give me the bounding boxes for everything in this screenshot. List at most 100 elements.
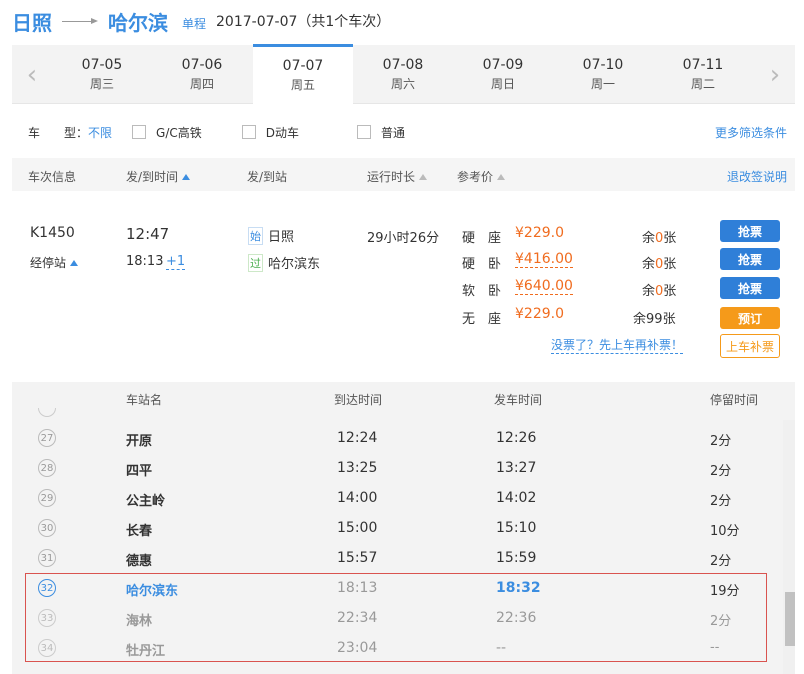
left-pre: 余	[642, 257, 656, 272]
onboard-ticket-button[interactable]: 上车补票	[720, 334, 780, 358]
stop-stay: 10分	[710, 524, 740, 539]
date-label: 07-07	[282, 58, 324, 74]
to-station: 哈尔滨东	[268, 257, 321, 272]
stop-depart: 13:27	[496, 460, 537, 476]
arr-day-offset[interactable]: +1	[166, 254, 186, 270]
stop-arrive: 14:00	[337, 490, 378, 506]
seat-type: 硬 卧	[462, 257, 502, 272]
seat-price[interactable]: ¥416.00	[515, 251, 573, 268]
d-label[interactable]: D动车	[266, 124, 299, 141]
left-suf: 张	[663, 231, 677, 246]
sort-asc-icon	[182, 174, 191, 180]
left-suf: 张	[662, 312, 676, 327]
stop-arrive: 12:24	[337, 430, 378, 446]
left-pre: 余	[633, 312, 647, 327]
stops-toggle[interactable]: 经停站	[30, 254, 79, 271]
stop-depart: 15:59	[496, 550, 537, 566]
stop-depart: 15:10	[496, 520, 537, 536]
grab-ticket-button[interactable]: 抢票	[720, 220, 780, 242]
seat-price[interactable]: ¥640.00	[515, 278, 573, 295]
stop-row: 28 四平 13:25 13:27 2分	[12, 453, 782, 483]
seat-left: 余0张	[642, 227, 676, 246]
weekday-label: 周六	[390, 77, 415, 91]
date-tab-selected[interactable]: 07-07 周五	[253, 44, 353, 104]
date-selector: ‹ 07-05 周三 07-06 周四 07-07 周五 07-08 周六 07-09 周…	[12, 44, 795, 104]
stops-header: 车站名 到达时间 发车时间 停留时间	[12, 382, 795, 414]
scroll-thumb[interactable]	[785, 592, 795, 646]
normal-checkbox[interactable]	[357, 125, 372, 139]
gc-label[interactable]: G/C高铁	[156, 124, 202, 141]
stop-stay: 2分	[710, 434, 732, 449]
grab-ticket-button[interactable]: 抢票	[720, 248, 780, 270]
grab-ticket-button[interactable]: 抢票	[720, 277, 780, 299]
highlight-box	[25, 573, 767, 662]
dep-time: 12:47	[126, 225, 170, 243]
stop-arrive: 15:00	[337, 520, 378, 536]
date-tab[interactable]: 07-08 周六	[353, 45, 453, 104]
col-depart: 发车时间	[494, 393, 543, 407]
col-time-label: 发/到时间	[126, 170, 179, 184]
col-station: 发/到站	[247, 170, 288, 184]
route-header: 日照 哈尔滨 单程 2017-07-07（共1个车次）	[12, 6, 390, 36]
stop-name: 四平	[126, 464, 153, 479]
date-tab[interactable]: 07-06 周四	[152, 45, 252, 104]
stop-number: 31	[38, 549, 56, 567]
next-date-icon[interactable]: ›	[755, 45, 795, 104]
d-checkbox[interactable]	[241, 125, 256, 139]
route-arrow-icon	[62, 18, 98, 24]
seat-price: ¥229.0	[515, 225, 564, 241]
book-button[interactable]: 预订	[720, 307, 780, 329]
left-pre: 余	[642, 231, 656, 246]
from-station: 日照	[268, 230, 295, 245]
col-duration-sort[interactable]: 运行时长	[367, 168, 428, 185]
stop-stay: 2分	[710, 494, 732, 509]
date-label: 07-10	[582, 57, 624, 73]
more-filters-link[interactable]: 更多筛选条件	[715, 124, 787, 141]
stop-depart: 12:26	[496, 430, 537, 446]
stop-row: 27 开原 12:24 12:26 2分	[12, 423, 782, 453]
trip-type: 单程	[182, 16, 207, 31]
stop-stay: 2分	[710, 554, 732, 569]
gc-checkbox[interactable]	[132, 125, 147, 139]
seat-left: 余99张	[633, 308, 676, 327]
sort-icon	[497, 174, 506, 180]
left-suf: 张	[663, 284, 677, 299]
stop-row: 30 长春 15:00 15:10 10分	[12, 513, 782, 543]
stop-name: 德惠	[126, 554, 153, 569]
arr-time: 18:13	[126, 254, 164, 269]
left-suf: 张	[663, 257, 677, 272]
date-label: 07-09	[482, 57, 524, 73]
stop-number: 30	[38, 519, 56, 537]
stops-label: 经停站	[30, 256, 67, 270]
date-tab[interactable]: 07-09 周日	[453, 45, 553, 104]
seat-left: 余0张	[642, 253, 676, 272]
col-time-sort[interactable]: 发/到时间	[126, 168, 191, 185]
col-price-sort[interactable]: 参考价	[457, 168, 506, 185]
prev-date-icon[interactable]: ‹	[12, 45, 52, 104]
seat-left: 余0张	[642, 280, 676, 299]
date-label: 07-11	[682, 57, 724, 73]
date-label: 07-08	[382, 57, 424, 73]
weekday-label: 周四	[189, 77, 214, 91]
weekday-label: 周五	[290, 78, 315, 92]
stops-scrollbar[interactable]	[783, 420, 795, 674]
stop-name: 长春	[126, 524, 153, 539]
col-train-info: 车次信息	[28, 170, 77, 184]
no-ticket-link[interactable]: 没票了？先上车再补票！	[551, 336, 684, 354]
sort-icon	[419, 174, 428, 180]
stop-number: 28	[38, 459, 56, 477]
weekday-label: 周三	[89, 77, 114, 91]
pass-tag: 过	[248, 254, 263, 272]
date-label: 07-05	[81, 57, 123, 73]
date-tab[interactable]: 07-05 周三	[52, 45, 152, 104]
stop-depart: 14:02	[496, 490, 537, 506]
date-tab[interactable]: 07-11 周二	[653, 45, 753, 104]
date-tab[interactable]: 07-10 周一	[553, 45, 653, 104]
refund-link[interactable]: 退改签说明	[727, 168, 787, 185]
train-number[interactable]: K1450	[30, 225, 75, 241]
stop-number: 27	[38, 429, 56, 447]
filter-all[interactable]: 不限	[88, 124, 112, 141]
stop-name: 开原	[126, 434, 153, 449]
partial-stop-marker	[38, 408, 56, 417]
normal-label[interactable]: 普通	[381, 124, 405, 141]
